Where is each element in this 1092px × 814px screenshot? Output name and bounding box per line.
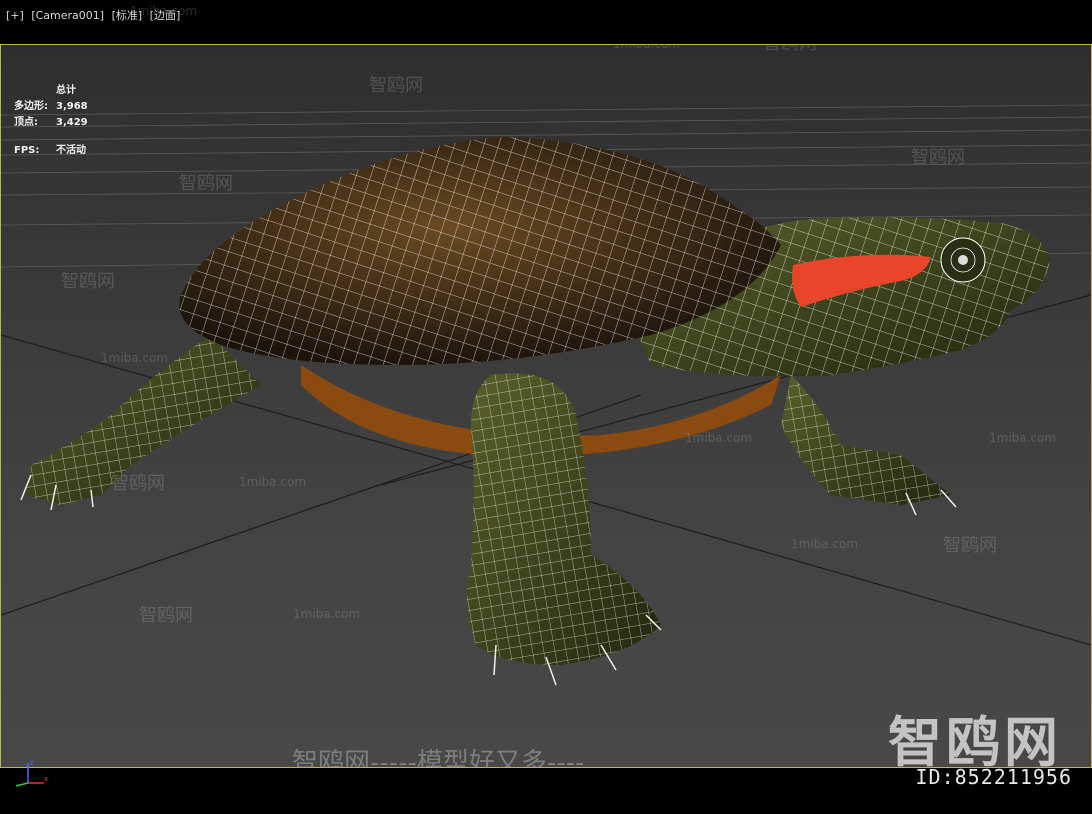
vertices-label: 顶点: — [14, 117, 38, 128]
polygons-label: 多边形: — [14, 101, 48, 112]
viewport-shading-menu[interactable]: [标准] — [112, 9, 143, 22]
viewport-header: [+] [Camera001] [标准] [边面] 1miba.com — [0, 0, 1092, 44]
fps-label: FPS: — [14, 145, 40, 156]
viewport-camera-menu[interactable]: [Camera001] — [31, 9, 104, 22]
stats-polygons-row: 多边形: 3,968 — [14, 99, 88, 115]
svg-text:z: z — [30, 759, 34, 767]
camera-viewport[interactable]: 总计 多边形: 3,968 顶点: 3,429 FPS: 不活动 智鸥网 1mi… — [0, 44, 1092, 768]
axis-gizmo-icon: z x — [15, 759, 48, 787]
vertices-value: 3,429 — [56, 117, 88, 128]
stats-title: 总计 — [56, 85, 76, 96]
viewport-statistics: 总计 多边形: 3,968 顶点: 3,429 FPS: 不活动 — [14, 83, 88, 159]
stats-vertices-row: 顶点: 3,429 — [14, 115, 88, 131]
viewport-menu-plus[interactable]: [+] — [6, 9, 24, 22]
viewport-display-mode-menu[interactable]: [边面] — [150, 9, 181, 22]
svg-text:x: x — [44, 775, 48, 783]
polygons-value: 3,968 — [56, 101, 88, 112]
stats-fps-row: FPS: 不活动 — [14, 143, 88, 159]
scene-render — [1, 104, 1091, 686]
model-id: ID:852211956 — [915, 765, 1072, 789]
fps-value: 不活动 — [56, 145, 86, 156]
viewport-label: [+] [Camera001] [标准] [边面] — [6, 7, 184, 23]
